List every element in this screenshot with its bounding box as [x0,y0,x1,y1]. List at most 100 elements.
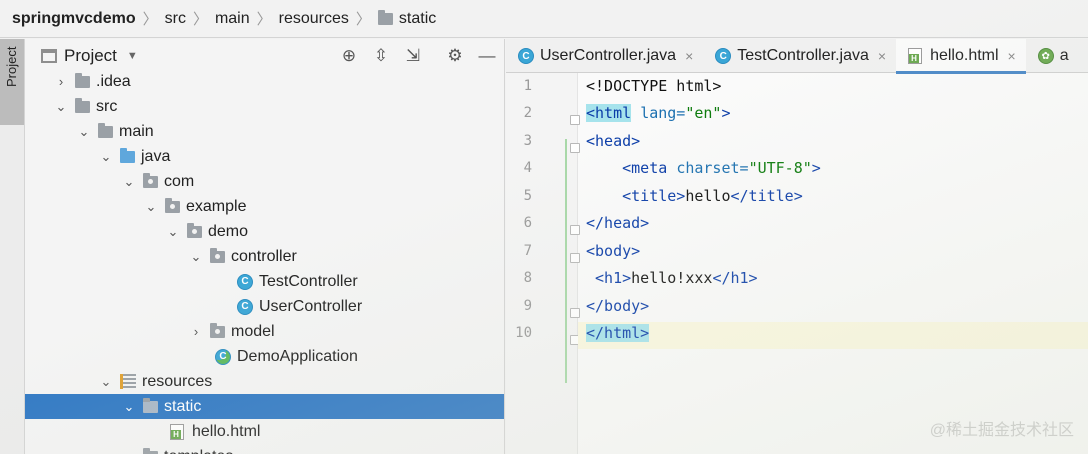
tree-item-resources[interactable]: ⌄ resources [25,369,504,394]
tab-label: TestController.java [737,47,869,64]
code-token: <title> [622,187,686,205]
breadcrumb-project[interactable]: springmvcdemo [12,10,136,28]
close-icon[interactable]: × [878,48,886,64]
breadcrumb-label: static [398,9,437,27]
breadcrumb-main[interactable]: main [215,10,250,28]
code-token: > [721,104,731,122]
code-token: </body> [586,297,650,315]
chevron-right-icon: 〉 [256,11,272,28]
code-line: </html> [586,320,650,347]
tree-item-label: demo [208,222,249,240]
chevron-right-icon: 〉 [142,11,158,28]
tree-item-main[interactable]: ⌄ main [25,119,504,144]
chevron-down-icon[interactable]: ⌄ [100,149,112,165]
project-tool-window-tab[interactable]: Project [0,39,24,125]
chevron-right-icon[interactable]: › [190,324,202,339]
tree-item-label: hello.html [192,422,261,440]
tree-item-usercontroller[interactable]: C UserController [25,294,504,319]
chevron-down-icon[interactable]: ⌄ [55,99,67,115]
chevron-down-icon[interactable]: ⌄ [167,224,179,240]
package-icon [143,172,158,188]
java-class-icon: C [715,48,732,64]
code-token: <html [586,104,632,122]
chevron-down-icon[interactable]: ▼ [127,50,138,62]
project-panel: Project ▼ ⊕ ⇳ ⇲ ⚙ — › .idea ⌄ src ⌄ main ⌄ j… [25,39,505,454]
collapse-all-icon[interactable]: ⇲ [402,45,424,67]
tree-item-label: example [186,197,247,215]
tree-item-controller[interactable]: ⌄ controller [25,244,504,269]
tree-item-label: model [231,322,275,340]
package-icon [210,322,225,338]
tree-item-hello-html[interactable]: hello.html [25,419,504,444]
code-line: <meta charset="UTF-8"> [586,155,821,182]
code-token: "en" [685,104,722,122]
fold-marker-icon[interactable] [570,115,580,125]
tree-item-testcontroller[interactable]: C TestController [25,269,504,294]
line-number: 3 [523,133,532,149]
breadcrumb-label: main [214,9,250,27]
fold-marker-icon[interactable] [570,143,580,153]
breadcrumb-static[interactable]: static [377,9,437,28]
line-number-gutter[interactable]: 1 2 3 4 5 6 7 8 9 10 [506,73,580,454]
line-number: 9 [523,298,532,314]
tree-item-demo[interactable]: ⌄ demo [25,219,504,244]
tree-item-label: resources [142,372,213,390]
gear-icon[interactable]: ⚙ [444,45,466,67]
chevron-down-icon[interactable]: ⌄ [145,199,157,215]
breadcrumb-resources[interactable]: resources [279,10,349,28]
tree-item-label: com [164,172,195,190]
tree-item-example[interactable]: ⌄ example [25,194,504,219]
chevron-right-icon[interactable]: › [55,74,67,89]
tree-item-model[interactable]: › model [25,319,504,344]
chevron-down-icon[interactable]: ⌄ [123,399,135,415]
tab-label: UserController.java [540,47,677,64]
fold-marker-icon[interactable] [570,308,580,318]
tree-item-java[interactable]: ⌄ java [25,144,504,169]
breadcrumb-label: src [164,9,186,27]
chevron-down-icon[interactable]: ⌄ [100,374,112,390]
chevron-down-icon[interactable]: ⌄ [190,249,202,265]
chevron-right-icon[interactable]: › [123,449,135,454]
folder-icon [75,72,90,88]
code-line: </head> [586,210,649,237]
tree-item-static[interactable]: ⌄ static [25,394,504,419]
tree-item-templates[interactable]: › templates [25,444,504,454]
tab-testcontroller[interactable]: C TestController.java × [703,39,896,73]
locate-file-icon[interactable]: ⊕ [338,45,360,67]
tab-label: hello.html [930,47,999,64]
code-token: </title> [730,187,803,205]
minimize-icon[interactable]: — [476,45,498,67]
code-line: <body> [586,238,640,265]
tree-item-label: TestController [259,272,358,290]
tree-item-com[interactable]: ⌄ com [25,169,504,194]
tree-item-demoapplication[interactable]: C DemoApplication [25,344,504,369]
tree-item-src[interactable]: ⌄ src [25,94,504,119]
editor-area: C UserController.java × C TestController.ja… [506,39,1088,454]
close-icon[interactable]: × [1008,48,1016,64]
tree-item-idea[interactable]: › .idea [25,69,504,94]
code-token: <head> [586,132,641,150]
code-token: <meta [622,159,668,177]
fold-marker-icon[interactable] [570,225,580,235]
code-token: charset= [676,159,749,177]
chevron-down-icon[interactable]: ⌄ [78,124,90,140]
chevron-down-icon[interactable]: ⌄ [123,174,135,190]
expand-all-icon[interactable]: ⇳ [370,45,392,67]
tab-usercontroller[interactable]: C UserController.java × [506,39,703,73]
tree-item-label: java [141,147,171,165]
folder-icon [143,397,158,413]
watermark: @稀土掘金技术社区 [929,422,1074,439]
close-icon[interactable]: × [685,48,693,64]
tree-item-label: controller [231,247,297,265]
html-file-icon [908,48,923,64]
tab-application[interactable]: ✿ a [1026,39,1079,73]
line-number: 2 [523,105,532,121]
java-class-icon: C [237,298,253,315]
tab-hello-html[interactable]: hello.html × [896,39,1026,74]
java-class-icon: C [518,48,534,64]
breadcrumb-src[interactable]: src [165,10,186,28]
left-tool-stripe: Project [0,39,25,454]
project-view-selector[interactable]: Project [64,46,117,66]
tab-label: a [1059,47,1069,64]
fold-marker-icon[interactable] [570,253,580,263]
